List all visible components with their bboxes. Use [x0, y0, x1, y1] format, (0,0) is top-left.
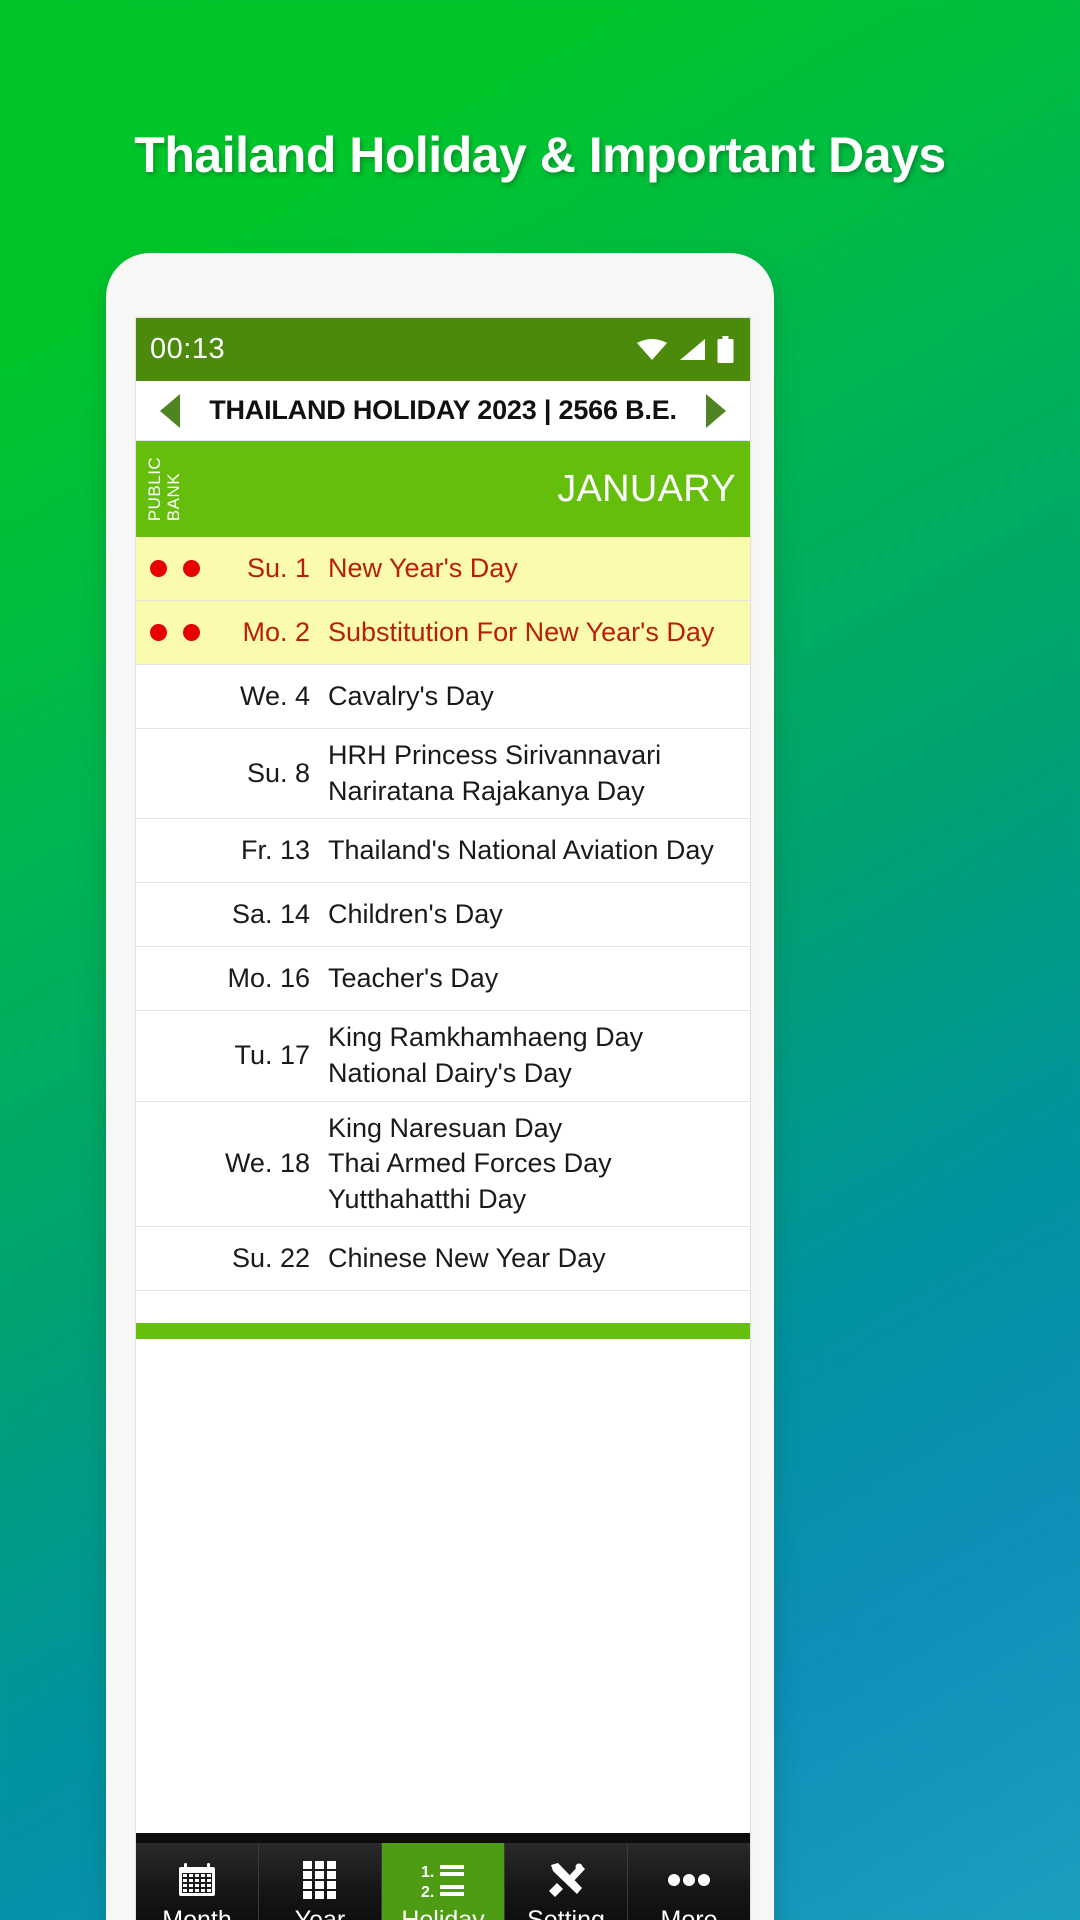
- holiday-markers: [136, 560, 210, 577]
- holiday-markers: [136, 1250, 210, 1267]
- holiday-dot-icon: [150, 560, 167, 577]
- holiday-row[interactable]: Mo. 2 Substitution For New Year's Day: [136, 601, 750, 665]
- holiday-row[interactable]: Sa. 14 Children's Day: [136, 883, 750, 948]
- holiday-name-line: New Year's Day: [328, 552, 518, 583]
- holiday-name: Substitution For New Year's Day: [324, 615, 742, 651]
- ellipsis-icon: [667, 1861, 711, 1899]
- holiday-date: Mo. 2: [242, 617, 310, 647]
- holiday-name-line: King Naresuan Day: [328, 1112, 563, 1143]
- status-bar: 00:13: [136, 318, 750, 381]
- tab-label: More: [660, 1906, 718, 1920]
- tab-setting[interactable]: Setting: [505, 1843, 628, 1920]
- holiday-name: Cavalry's Day: [324, 679, 742, 715]
- tab-label: Month: [162, 1906, 232, 1920]
- holiday-dot-icon: [183, 560, 200, 577]
- chevron-left-icon: [160, 393, 180, 428]
- tab-more[interactable]: More: [628, 1843, 750, 1920]
- holiday-dot-icon: [183, 624, 200, 641]
- chevron-right-icon: [706, 393, 726, 428]
- calendar-icon: [177, 1861, 217, 1899]
- holiday-name-line: Chinese New Year Day: [328, 1243, 606, 1274]
- holiday-date: Su. 1: [246, 553, 310, 583]
- holiday-row[interactable]: Su. 8 HRH Princess Sirivannavari Narirata…: [136, 729, 750, 820]
- wifi-icon: [637, 338, 667, 361]
- tab-label: Setting: [527, 1906, 605, 1920]
- holiday-name-line: HRH Princess Sirivannavari Nariratana Ra…: [328, 740, 662, 806]
- status-clock: 00:13: [150, 333, 226, 365]
- holiday-row[interactable]: We. 18 King Naresuan Day Thai Armed Forces…: [136, 1101, 750, 1228]
- phone-mockup: 00:13 THAILAND HOLIDAY 2023 | 2566 B.E. …: [106, 253, 774, 1920]
- holiday-name-line: King Ramkhamhaeng Day: [328, 1022, 644, 1053]
- holiday-date: Su. 8: [246, 758, 310, 789]
- blank-area: [136, 1339, 750, 1450]
- holiday-name-line: Children's Day: [328, 898, 503, 929]
- next-year-button[interactable]: [696, 391, 736, 431]
- holiday-markers: [136, 1155, 210, 1172]
- tab-label: Holiday: [401, 1906, 485, 1920]
- public-bank-label: PUBLIC BANK: [145, 457, 183, 521]
- app-title-bar: THAILAND HOLIDAY 2023 | 2566 B.E.: [136, 381, 750, 441]
- holiday-name: Chinese New Year Day: [324, 1241, 742, 1277]
- holiday-date: We. 18: [224, 1148, 310, 1179]
- signal-icon: [678, 338, 706, 361]
- holiday-row[interactable]: We. 4 Cavalry's Day: [136, 665, 750, 729]
- holiday-name-line: Thailand's National Aviation Day: [328, 834, 714, 865]
- month-name: JANUARY: [557, 467, 736, 510]
- holiday-markers: [136, 1047, 210, 1064]
- holiday-markers: [136, 624, 210, 641]
- prev-year-button[interactable]: [150, 391, 190, 431]
- tab-month[interactable]: Month: [136, 1843, 259, 1920]
- page-title: Thailand Holiday & Important Days: [134, 127, 946, 183]
- holiday-date: Fr. 13: [240, 835, 310, 866]
- month-banner: PUBLIC BANK JANUARY: [136, 441, 750, 537]
- holiday-name-line: Cavalry's Day: [328, 680, 494, 711]
- holiday-date: Mo. 16: [227, 963, 310, 994]
- grid-icon: [303, 1861, 337, 1899]
- holiday-markers: [136, 842, 210, 859]
- holiday-name-line: Thai Armed Forces Day: [328, 1148, 612, 1179]
- svg-text:1.: 1.: [421, 1864, 434, 1881]
- holiday-date: We. 4: [239, 681, 310, 711]
- holiday-markers: [136, 688, 210, 705]
- holiday-row[interactable]: Fr. 13 Thailand's National Aviation Day: [136, 819, 750, 884]
- holiday-name: Teacher's Day: [324, 961, 742, 997]
- holiday-row[interactable]: Su. 1 New Year's Day: [136, 537, 750, 601]
- brand-line-1: PUBLIC: [145, 456, 164, 522]
- holiday-name: Thailand's National Aviation Day: [324, 833, 742, 869]
- holiday-name: New Year's Day: [324, 551, 742, 587]
- bottom-tab-bar: Month Year 1. 2. Holiday Setting More: [136, 1833, 750, 1920]
- holiday-markers: [136, 765, 210, 782]
- holiday-name: King Naresuan Day Thai Armed Forces Day Yu…: [324, 1111, 742, 1218]
- holiday-name: King Ramkhamhaeng Day National Dairy's Da…: [324, 1020, 742, 1091]
- holiday-name-line: National Dairy's Day: [328, 1057, 572, 1088]
- holiday-markers: [136, 906, 210, 923]
- holiday-row[interactable]: Tu. 17 King Ramkhamhaeng Day National Dair…: [136, 1011, 750, 1102]
- tab-year[interactable]: Year: [259, 1843, 382, 1920]
- list-icon: 1. 2.: [421, 1861, 465, 1899]
- holiday-markers: [136, 970, 210, 987]
- brand-line-2: BANK: [164, 472, 183, 522]
- battery-icon: [717, 336, 734, 363]
- svg-text:2.: 2.: [421, 1884, 434, 1899]
- holiday-dot-icon: [150, 624, 167, 641]
- holiday-date: Tu. 17: [234, 1040, 310, 1071]
- holiday-name: Children's Day: [324, 897, 742, 933]
- tools-icon: [546, 1861, 586, 1899]
- holiday-row[interactable]: Su. 22 Chinese New Year Day: [136, 1227, 750, 1292]
- holiday-name-line: Substitution For New Year's Day: [328, 616, 715, 647]
- section-divider-strip: [136, 1323, 750, 1340]
- holiday-name-line: Teacher's Day: [328, 962, 499, 993]
- holiday-list: Su. 1 New Year's Day Mo. 2 Substitution For…: [136, 537, 750, 1292]
- holiday-name: HRH Princess Sirivannavari Nariratana Ra…: [324, 738, 742, 809]
- tab-holiday[interactable]: 1. 2. Holiday: [382, 1843, 505, 1920]
- status-icons: [637, 336, 734, 363]
- app-title: THAILAND HOLIDAY 2023 | 2566 B.E.: [209, 395, 677, 425]
- holiday-name-line: Yutthahatthi Day: [328, 1183, 527, 1214]
- phone-screen: 00:13 THAILAND HOLIDAY 2023 | 2566 B.E. …: [136, 318, 750, 1920]
- tab-label: Year: [294, 1906, 346, 1920]
- holiday-row[interactable]: Mo. 16 Teacher's Day: [136, 947, 750, 1012]
- holiday-date: Sa. 14: [231, 899, 310, 930]
- holiday-date: Su. 22: [231, 1243, 310, 1274]
